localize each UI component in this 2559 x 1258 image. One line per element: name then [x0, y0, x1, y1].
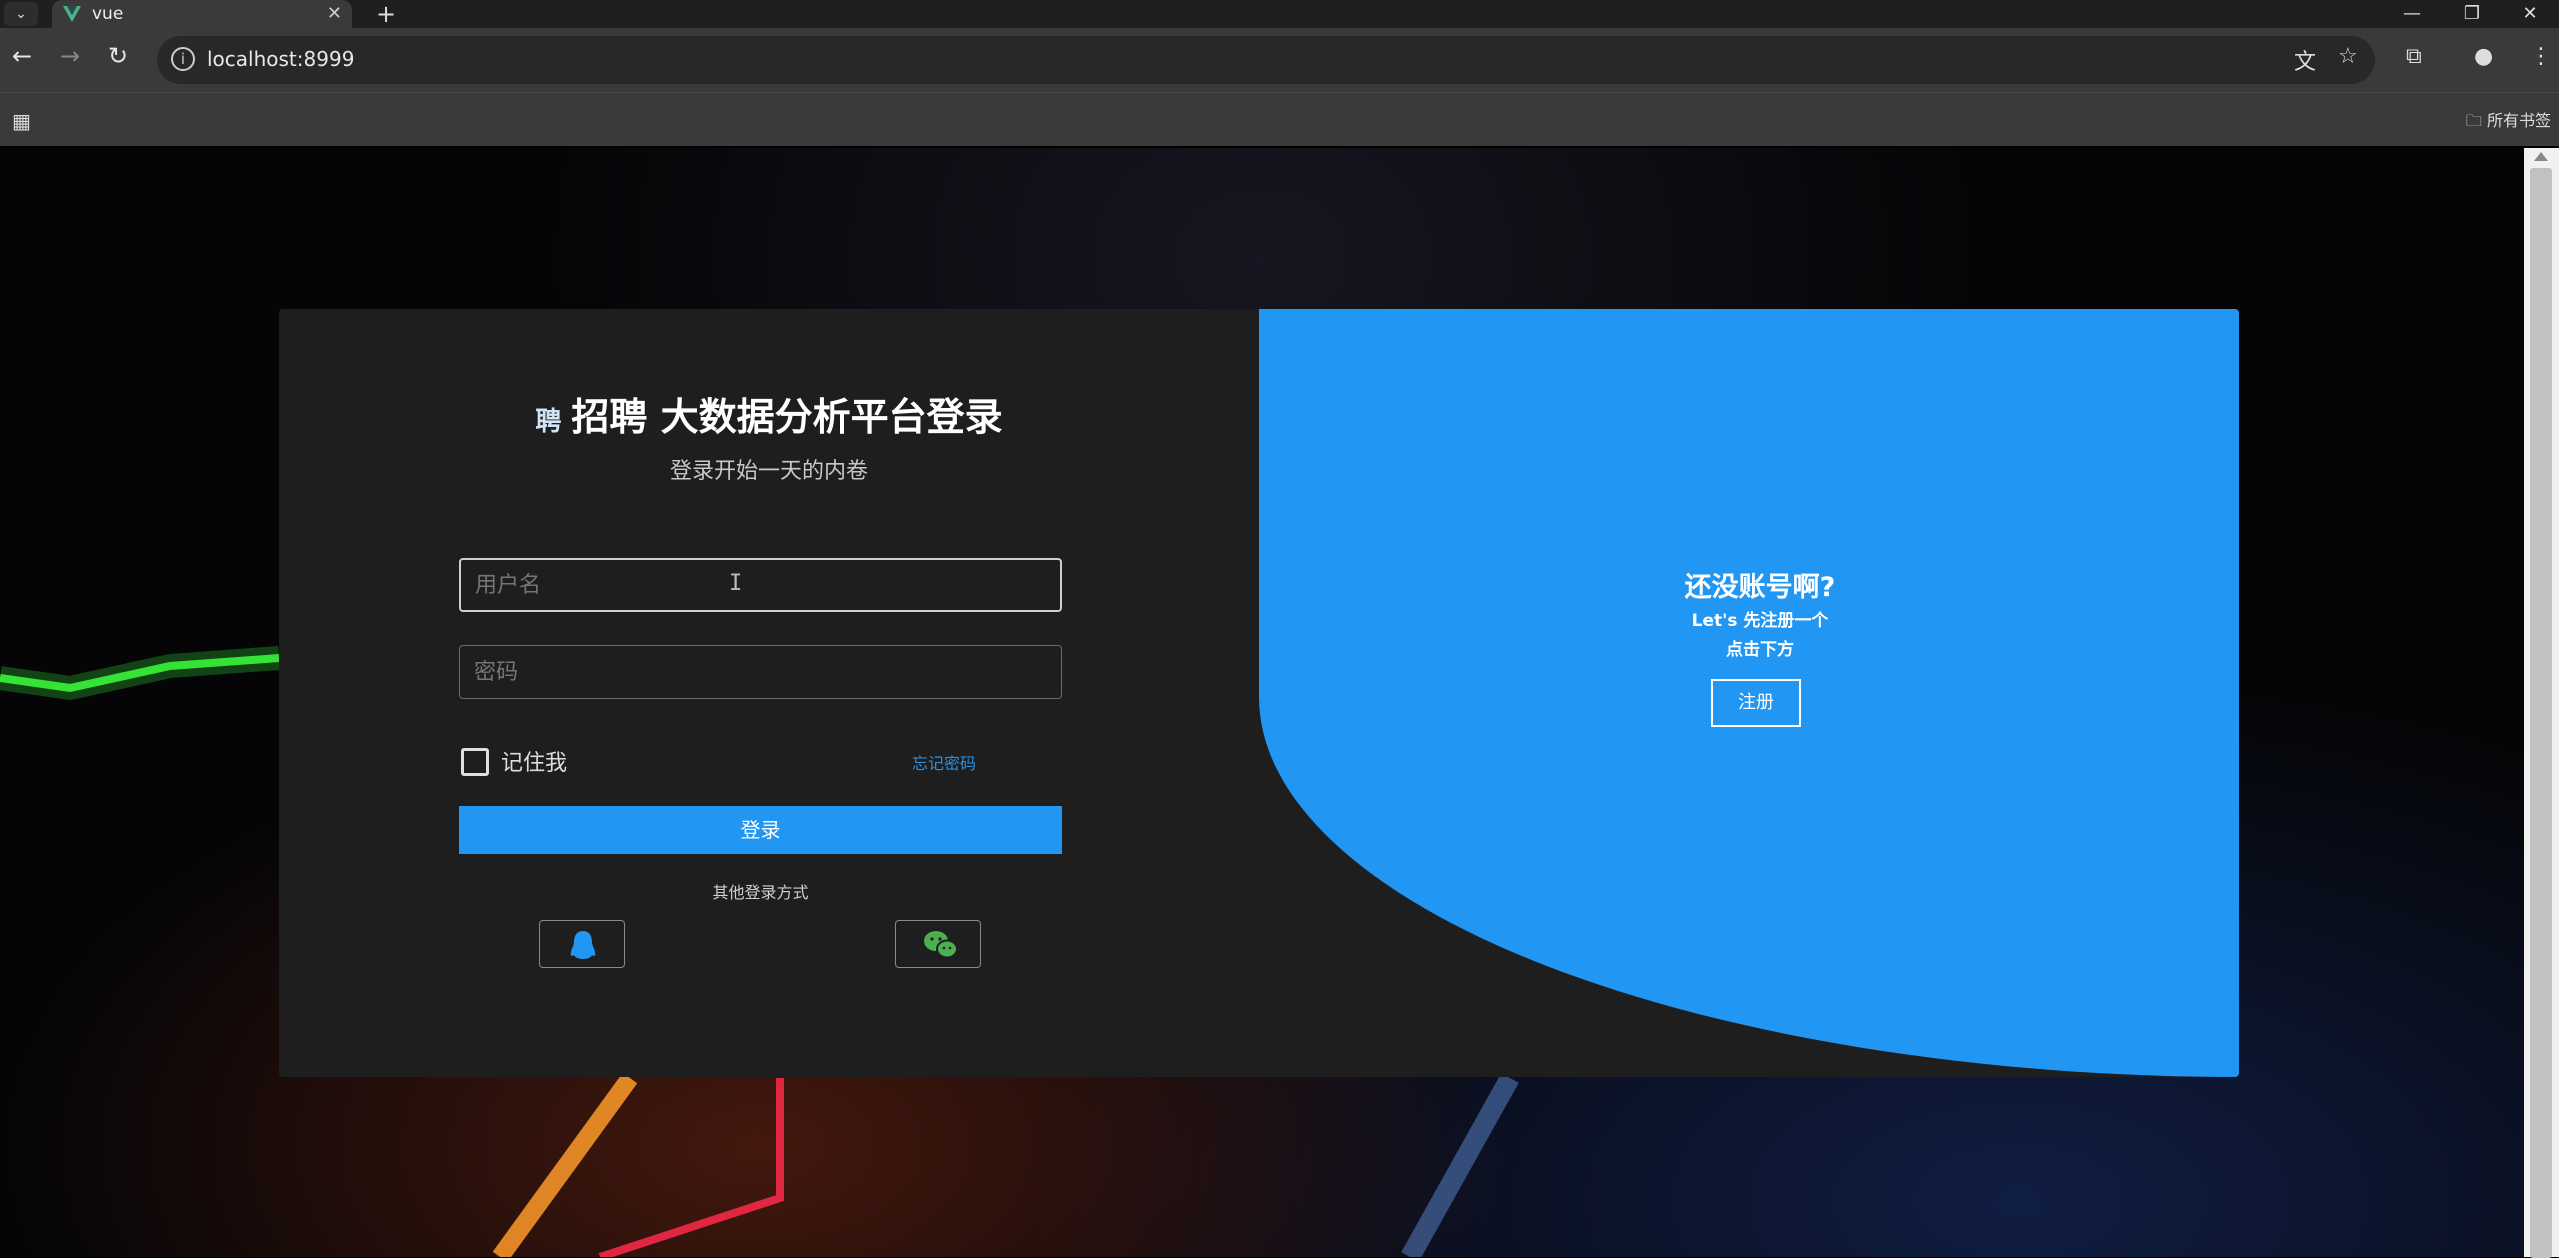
address-bar[interactable]: i localhost:8999 [157, 36, 2375, 84]
forgot-password-link[interactable]: 忘记密码 [912, 750, 976, 774]
apps-icon[interactable]: ▦ [12, 109, 31, 133]
page-subtitle: 登录开始一天的内卷 [669, 459, 868, 484]
scroll-up-icon[interactable] [2534, 152, 2548, 161]
translate-icon[interactable]: 文 [2294, 44, 2316, 76]
login-button[interactable]: 登录 [459, 806, 1062, 854]
page-viewport: 聘招聘 大数据分析平台登录 登录开始一天的内卷 I 记住我 忘记密码 登录 其他… [0, 148, 2524, 1257]
reload-icon[interactable]: ↻ [108, 42, 128, 70]
remember-label[interactable]: 记住我 [501, 745, 567, 777]
close-icon[interactable]: ✕ [327, 3, 342, 24]
tab-title: vue [92, 4, 124, 24]
register-line-2: 点击下方 [1726, 640, 1794, 660]
wechat-icon [924, 931, 958, 959]
url-text: localhost:8999 [207, 47, 355, 71]
page-scrollbar[interactable] [2524, 148, 2559, 1258]
new-tab-icon[interactable]: + [376, 0, 396, 28]
password-input[interactable] [459, 645, 1062, 699]
register-button[interactable]: 注册 [1711, 679, 1801, 727]
tab-list-icon[interactable]: ⌄ [4, 2, 38, 26]
minimize-icon[interactable]: — [2382, 0, 2442, 28]
bookmarks-bar: ▦ 🗀 所有书签 [0, 92, 2559, 146]
vue-logo-icon [63, 6, 81, 22]
scrollbar-thumb[interactable] [2530, 168, 2552, 1258]
folder-icon: 🗀 [2465, 111, 2482, 130]
browser-toolbar: ← → ↻ i localhost:8999 文 ☆ ⧉ ● ⋮ [0, 28, 2559, 92]
qq-icon [570, 931, 596, 959]
star-icon[interactable]: ☆ [2338, 44, 2358, 69]
page-title-text: 招聘 大数据分析平台登录 [571, 395, 1003, 439]
login-card: 聘招聘 大数据分析平台登录 登录开始一天的内卷 I 记住我 忘记密码 登录 其他… [279, 309, 2239, 1077]
wechat-login-button[interactable] [895, 920, 981, 968]
back-icon[interactable]: ← [12, 42, 32, 70]
extensions-icon[interactable]: ⧉ [2406, 44, 2422, 69]
all-bookmarks[interactable]: 🗀 所有书签 [2466, 107, 2551, 137]
close-window-icon[interactable]: ✕ [2500, 0, 2559, 28]
remember-checkbox[interactable] [461, 748, 489, 776]
register-title: 还没账号啊? [1684, 572, 1836, 603]
forward-icon[interactable]: → [60, 42, 80, 70]
restore-icon[interactable]: ❐ [2442, 0, 2502, 28]
logo-badge: 聘 [535, 407, 562, 437]
qq-login-button[interactable] [539, 920, 625, 968]
username-input[interactable] [459, 558, 1062, 612]
browser-titlebar: ⌄ vue ✕ + — ❐ ✕ [0, 0, 2559, 28]
register-line-1: Let's 先注册一个 [1691, 611, 1829, 631]
all-bookmarks-label: 所有书签 [2486, 111, 2551, 130]
page-title: 聘招聘 大数据分析平台登录 [279, 386, 1259, 441]
browser-tab[interactable]: vue ✕ [52, 0, 352, 28]
profile-icon[interactable]: ● [2474, 44, 2493, 69]
login-panel: 聘招聘 大数据分析平台登录 登录开始一天的内卷 I 记住我 忘记密码 登录 其他… [279, 309, 1259, 1077]
text-cursor-icon: I [729, 571, 743, 596]
menu-icon[interactable]: ⋮ [2530, 44, 2552, 69]
register-panel: 还没账号啊? Let's 先注册一个 点击下方 注册 [1259, 309, 2239, 1077]
other-login-methods: 其他登录方式 [712, 883, 809, 902]
site-info-icon[interactable]: i [171, 47, 195, 71]
